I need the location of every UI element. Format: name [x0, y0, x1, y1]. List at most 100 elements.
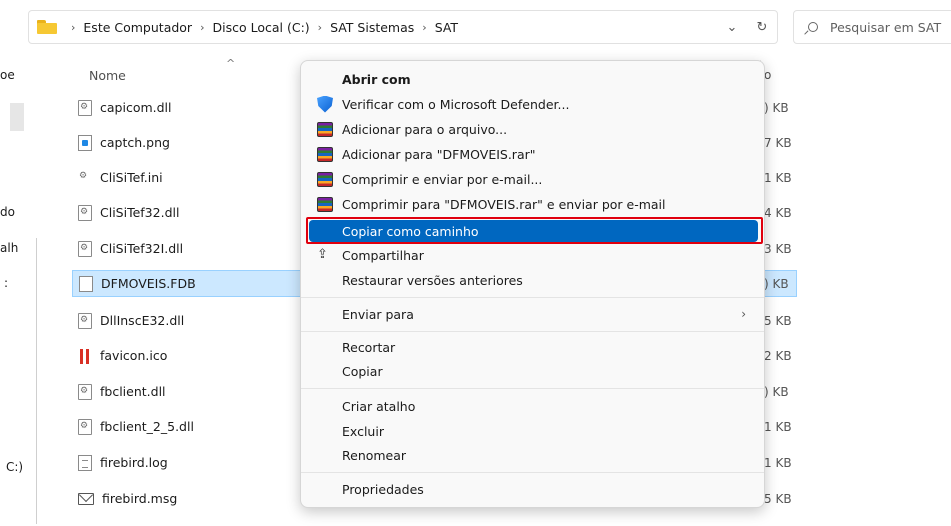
share-icon: ⇪: [317, 247, 328, 262]
file-size: 3 KB: [764, 242, 792, 256]
chevron-right-icon: ›: [741, 307, 746, 321]
file-size: 5 KB: [764, 314, 792, 328]
menu-item-label: Excluir: [342, 423, 384, 439]
dll-file-icon: [78, 418, 92, 435]
breadcrumb: › Este Computador › Disco Local (C:) › S…: [63, 20, 458, 35]
menu-item-label: Propriedades: [342, 481, 424, 497]
file-size: 4 KB: [764, 206, 792, 220]
nav-scrollbar[interactable]: [36, 238, 37, 524]
highlight-annotation: [306, 217, 763, 244]
file-size: 5 KB: [764, 492, 792, 506]
dll-file-icon: [78, 240, 92, 257]
chevron-right-icon: ›: [71, 20, 76, 34]
menu-item-label: Adicionar para "DFMOVEIS.rar": [342, 146, 536, 162]
crumb-sat[interactable]: SAT: [435, 20, 458, 35]
winrar-icon: [317, 196, 333, 212]
settings-file-icon: [78, 170, 92, 186]
file-name: favicon.ico: [100, 348, 168, 363]
menu-item-label: Verificar com o Microsoft Defender...: [342, 96, 570, 112]
file-name: firebird.msg: [102, 491, 178, 506]
shield-icon: [317, 95, 333, 113]
mail-file-icon: [78, 492, 94, 505]
search-placeholder: Pesquisar em SAT: [830, 19, 942, 35]
file-name: firebird.log: [100, 455, 168, 470]
file-name: fbclient_2_5.dll: [100, 419, 194, 434]
dll-file-icon: [78, 204, 92, 221]
menu-item-label: Restaurar versões anteriores: [342, 272, 523, 288]
file-size: 1 KB: [764, 420, 792, 434]
winrar-icon: [317, 146, 333, 162]
address-bar[interactable]: › Este Computador › Disco Local (C:) › S…: [28, 10, 778, 44]
menu-item-label: Renomear: [342, 447, 407, 463]
crumb-sat-sistemas[interactable]: SAT Sistemas: [330, 20, 414, 35]
chevron-right-icon: ›: [200, 20, 205, 34]
nav-fragment[interactable]: alh: [0, 241, 18, 255]
file-size: 2 KB: [764, 349, 792, 363]
menu-item-add-rar[interactable]: Adicionar para "DFMOVEIS.rar": [309, 143, 758, 165]
search-icon: [808, 22, 818, 32]
dll-file-icon: [78, 383, 92, 400]
menu-item-share[interactable]: ⇪ Compartilhar: [309, 244, 758, 266]
menu-item-rename[interactable]: Renomear: [309, 444, 758, 466]
dll-file-icon: [78, 99, 92, 116]
menu-item-label: Abrir com: [342, 71, 411, 87]
menu-item-delete[interactable]: Excluir: [309, 420, 758, 442]
nav-fragment[interactable]: do: [0, 205, 15, 219]
menu-item-label: Comprimir para "DFMOVEIS.rar" e enviar p…: [342, 196, 666, 212]
menu-item-cut[interactable]: Recortar: [309, 336, 758, 358]
nav-fragment[interactable]: oe: [0, 68, 15, 82]
nav-fragment[interactable]: :: [4, 276, 8, 290]
menu-item-compress-rar-email[interactable]: Comprimir para "DFMOVEIS.rar" e enviar p…: [309, 193, 758, 215]
menu-item-defender[interactable]: Verificar com o Microsoft Defender...: [309, 93, 758, 115]
file-size: ) KB: [764, 277, 789, 291]
file-size: 1 KB: [764, 456, 792, 470]
menu-item-label: Recortar: [342, 339, 396, 355]
nav-fragment[interactable]: C:): [6, 460, 23, 474]
menu-item-add-archive[interactable]: Adicionar para o arquivo...: [309, 118, 758, 140]
crumb-disco-local[interactable]: Disco Local (C:): [212, 20, 309, 35]
file-name: capicom.dll: [100, 100, 172, 115]
chevron-right-icon: ›: [317, 20, 323, 34]
menu-item-copy[interactable]: Copiar: [309, 360, 758, 382]
menu-item-label: Comprimir e enviar por e-mail...: [342, 171, 543, 187]
image-file-icon: [78, 134, 92, 151]
search-input[interactable]: Pesquisar em SAT: [793, 10, 951, 44]
menu-item-open-with[interactable]: Abrir com: [309, 68, 758, 90]
file-name: captch.png: [100, 135, 170, 150]
column-header-size[interactable]: o: [764, 68, 771, 82]
menu-item-send-to[interactable]: Enviar para ›: [309, 303, 758, 325]
file-name: fbclient.dll: [100, 384, 166, 399]
menu-item-properties[interactable]: Propriedades: [309, 478, 758, 500]
chevron-down-icon[interactable]: ⌄: [717, 20, 747, 35]
menu-item-label: Enviar para: [342, 306, 414, 322]
file-name: CliSiTef32I.dll: [100, 241, 184, 256]
menu-separator: [301, 331, 764, 332]
column-header-name[interactable]: Nome: [89, 68, 126, 83]
chevron-right-icon: ›: [422, 20, 427, 34]
file-name: DllInscE32.dll: [100, 313, 185, 328]
menu-item-restore[interactable]: Restaurar versões anteriores: [309, 269, 758, 291]
file-size: ) KB: [764, 101, 789, 115]
context-menu: Abrir com Verificar com o Microsoft Defe…: [300, 60, 765, 508]
file-name: DFMOVEIS.FDB: [101, 276, 196, 291]
sort-up-icon: ^: [226, 57, 236, 70]
menu-item-create-shortcut[interactable]: Criar atalho: [309, 395, 758, 417]
file-name: CliSiTef32.dll: [100, 205, 180, 220]
favicon-file-icon: [78, 348, 92, 364]
menu-item-label: Adicionar para o arquivo...: [342, 121, 508, 137]
nav-selection[interactable]: [10, 103, 24, 131]
winrar-icon: [317, 121, 333, 137]
file-size: 1 KB: [764, 171, 792, 185]
dll-file-icon: [78, 312, 92, 329]
text-file-icon: [78, 454, 92, 471]
menu-item-label: Criar atalho: [342, 398, 416, 414]
crumb-este-computador[interactable]: Este Computador: [83, 20, 192, 35]
folder-icon: [37, 20, 57, 34]
refresh-icon[interactable]: ↻: [747, 20, 777, 35]
menu-item-compress-email[interactable]: Comprimir e enviar por e-mail...: [309, 168, 758, 190]
menu-separator: [301, 297, 764, 298]
menu-item-label: Copiar: [342, 363, 383, 379]
generic-file-icon: [79, 275, 93, 292]
menu-separator: [301, 472, 764, 473]
menu-item-label: Compartilhar: [342, 247, 424, 263]
